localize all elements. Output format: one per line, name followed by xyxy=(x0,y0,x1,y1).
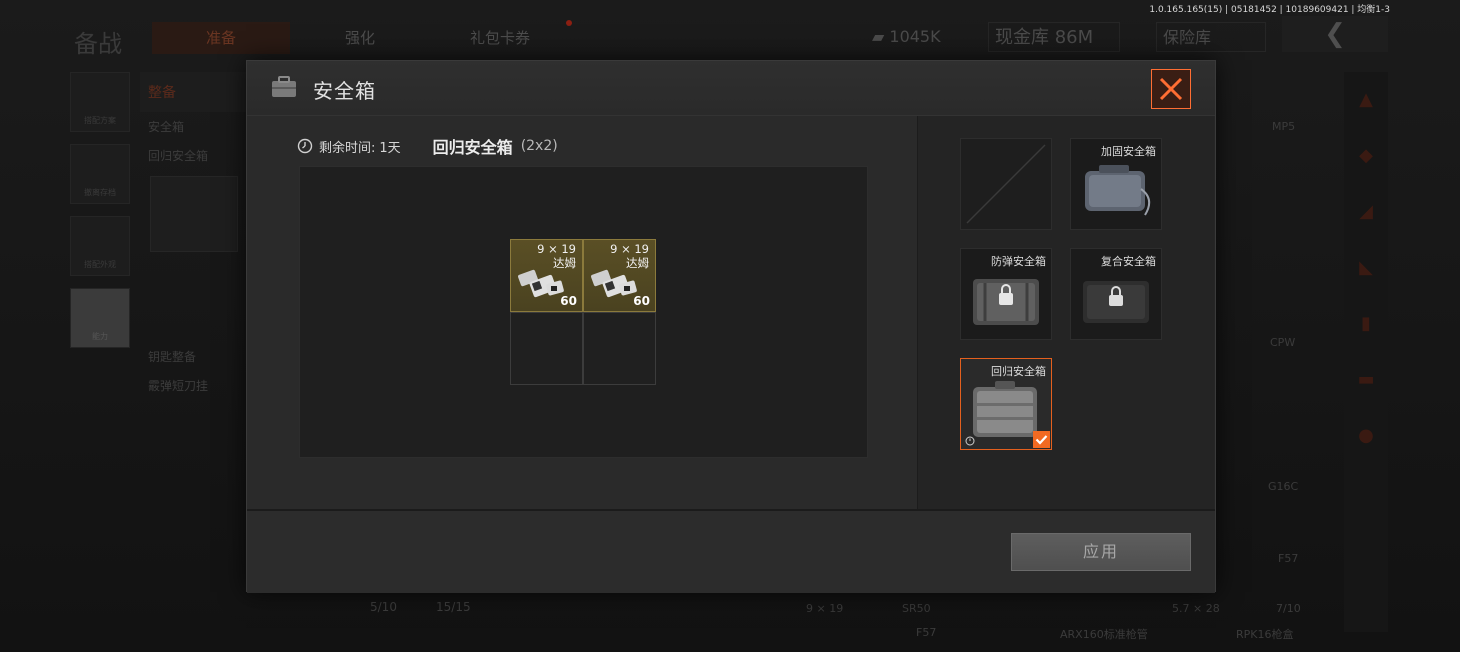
dialog-title: 安全箱 xyxy=(313,79,376,103)
left-panel-section: 钥匙整备 xyxy=(148,350,197,364)
dialog-header: 安全箱 xyxy=(247,61,1215,116)
close-icon xyxy=(1159,77,1183,101)
nav-ability[interactable]: 能力 xyxy=(70,288,130,348)
version-text: 1.0.165.165(15) | 05181452 | 10189609421… xyxy=(1149,5,1390,15)
case-grid: 9 × 19 达姆 60 9 × 19 达姆 60 xyxy=(510,239,656,385)
tab-gift-cards[interactable]: 礼包卡券 xyxy=(440,22,560,54)
gear-icon[interactable]: ◆ xyxy=(1344,128,1388,184)
case-slot-composite[interactable]: 复合安全箱 xyxy=(1070,248,1162,340)
case-name: 回归安全箱 xyxy=(432,138,513,157)
left-panel-case[interactable] xyxy=(150,176,238,252)
safe-box-dialog: 安全箱 剩余时间: 1天 回归安全箱 (2x2) 9 × 19 达姆 60 9 … xyxy=(246,60,1216,593)
side-label: ARX160标准枪管 xyxy=(1060,628,1148,641)
count-b: 15/15 xyxy=(436,600,471,614)
side-label: 7/10 xyxy=(1276,602,1301,615)
nav-evac-save[interactable]: 撤离存档 xyxy=(70,144,130,204)
case-info-row: 剩余时间: 1天 回归安全箱 (2x2) xyxy=(297,134,558,158)
clock-icon xyxy=(297,138,313,154)
side-label: SR50 xyxy=(902,602,931,615)
back-button[interactable]: ❮ xyxy=(1282,16,1388,52)
empty-grid-cell[interactable] xyxy=(583,312,656,385)
screen-title: 备战 xyxy=(74,30,122,58)
notification-dot xyxy=(566,20,572,26)
rifle-icon[interactable]: ◣ xyxy=(1344,240,1388,296)
inventory-item[interactable]: 9 × 19 达姆 60 xyxy=(510,239,583,312)
item-name: 9 × 19 达姆 xyxy=(537,242,576,270)
case-content-section: 剩余时间: 1天 回归安全箱 (2x2) 9 × 19 达姆 60 9 × 19… xyxy=(247,116,917,509)
left-panel-item2: 霰弹短刀挂 xyxy=(148,379,209,393)
tab-enhance[interactable]: 强化 xyxy=(300,22,420,54)
left-nav: 搭配方案 撤离存档 搭配外观 能力 xyxy=(70,72,132,360)
money-icon: ▰ xyxy=(872,27,890,46)
vest-icon[interactable]: ▬ xyxy=(1344,352,1388,408)
side-label: F57 xyxy=(916,626,937,639)
side-label: 9 × 19 xyxy=(806,602,844,615)
case-grid-panel: 9 × 19 达姆 60 9 × 19 达姆 60 xyxy=(299,166,868,458)
money-display: ▰ 1045K xyxy=(872,27,941,46)
side-label: G16C xyxy=(1268,480,1299,493)
left-panel-label: 安全箱 xyxy=(148,120,185,134)
gun-icon[interactable]: ◢ xyxy=(1344,184,1388,240)
cash-vault-button[interactable]: 现金库 86M xyxy=(988,22,1120,52)
tab-prepare[interactable]: 准备 xyxy=(152,22,290,54)
item-name: 9 × 19 达姆 xyxy=(610,242,649,270)
briefcase-icon xyxy=(272,76,296,97)
case-slot-label: 防弹安全箱 xyxy=(991,255,1046,268)
side-label: MP5 xyxy=(1272,120,1296,133)
nav-loadout[interactable]: 搭配方案 xyxy=(70,72,130,132)
right-rail: ▲ ◆ ◢ ◣ ▮ ▬ ● xyxy=(1344,72,1388,632)
apply-button[interactable]: 应用 xyxy=(1011,533,1191,571)
insurance-button[interactable]: 保险库 xyxy=(1156,22,1266,52)
count-a: 5/10 xyxy=(370,600,397,614)
inventory-item[interactable]: 9 × 19 达姆 60 xyxy=(583,239,656,312)
left-panel: 整备 安全箱 回归安全箱 钥匙整备 霰弹短刀挂 xyxy=(140,72,248,512)
side-label: F57 xyxy=(1278,552,1299,565)
case-slot-bulletproof[interactable]: 防弹安全箱 xyxy=(960,248,1052,340)
knife-icon[interactable]: ▮ xyxy=(1344,296,1388,352)
case-slot-label: 加固安全箱 xyxy=(1101,145,1156,158)
side-label: CPW xyxy=(1270,336,1296,349)
remaining-time-value: 1天 xyxy=(379,140,401,156)
chevron-left-icon: ❮ xyxy=(1324,19,1346,49)
empty-grid-cell[interactable] xyxy=(510,312,583,385)
nav-appearance[interactable]: 搭配外观 xyxy=(70,216,130,276)
bag-icon[interactable]: ● xyxy=(1344,408,1388,464)
dialog-footer: 应用 xyxy=(247,509,1215,593)
remaining-time-label: 剩余时间: xyxy=(319,140,376,156)
case-slot-empty[interactable] xyxy=(960,138,1052,230)
case-selection-section: 加固安全箱 防弹安全箱 复合安全箱 回归安全箱 xyxy=(918,116,1214,509)
side-label: 5.7 × 28 xyxy=(1172,602,1220,615)
timer-icon xyxy=(965,436,975,446)
item-count: 60 xyxy=(633,294,650,308)
left-panel-header: 整备 xyxy=(140,72,248,112)
case-slot-reinforced[interactable]: 加固安全箱 xyxy=(1070,138,1162,230)
check-icon xyxy=(1033,431,1050,448)
cap-icon[interactable]: ▲ xyxy=(1344,72,1388,128)
left-panel-item: 回归安全箱 xyxy=(148,149,209,163)
case-size: (2x2) xyxy=(520,138,558,154)
side-label: RPK16枪盒 xyxy=(1236,628,1294,641)
close-button[interactable] xyxy=(1151,69,1191,109)
case-slot-return[interactable]: 回归安全箱 xyxy=(960,358,1052,450)
case-slot-label: 复合安全箱 xyxy=(1101,255,1156,268)
case-slot-label: 回归安全箱 xyxy=(991,365,1046,378)
empty-slot-icon xyxy=(966,144,1046,224)
item-count: 60 xyxy=(560,294,577,308)
